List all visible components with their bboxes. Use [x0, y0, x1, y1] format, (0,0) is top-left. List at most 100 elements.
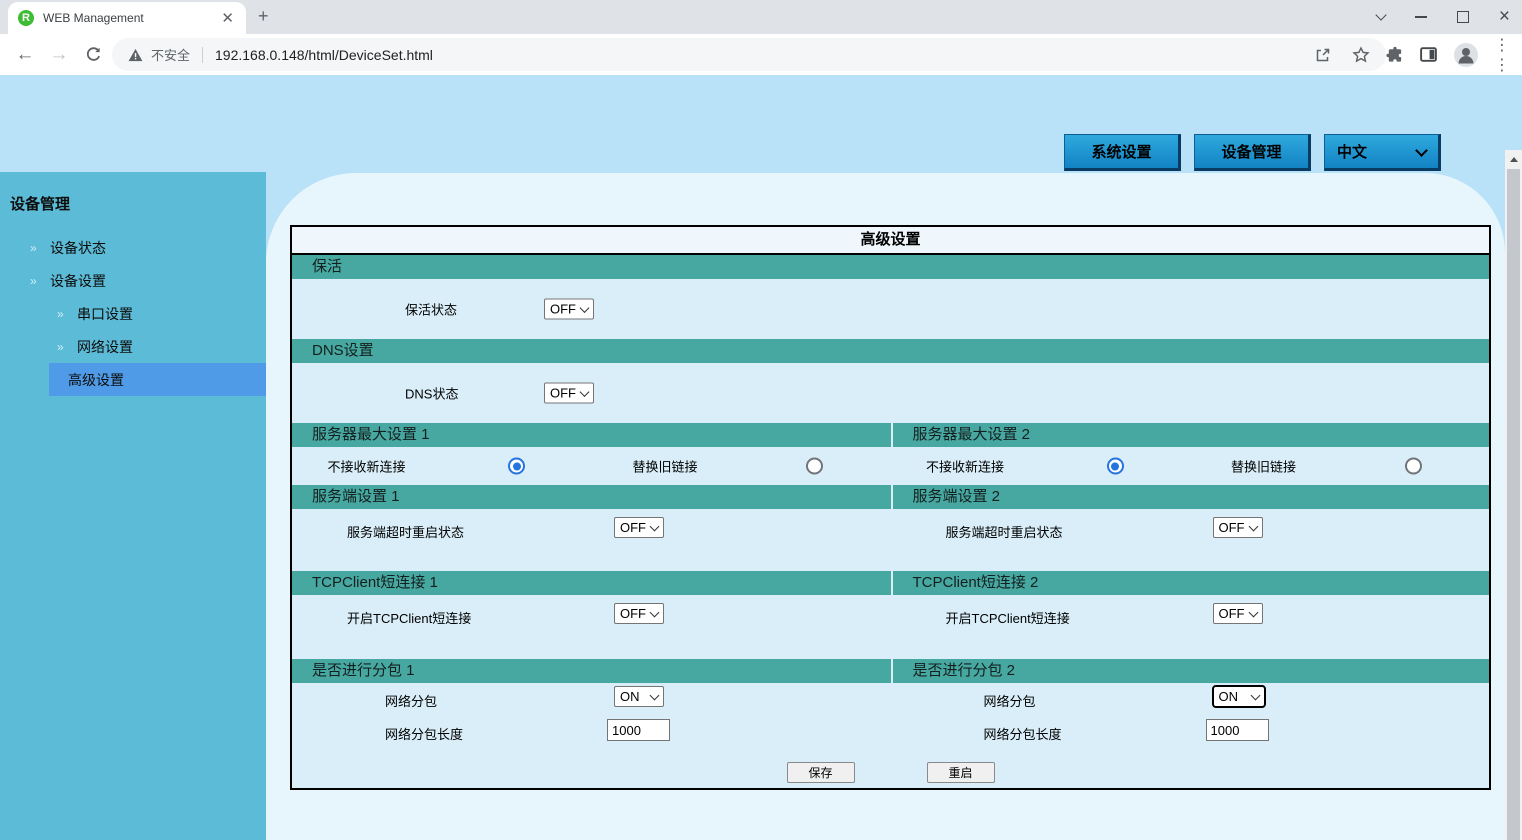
- dns-row: DNS状态 OFF: [292, 363, 1489, 423]
- keepalive-row: 保活状态 OFF: [292, 279, 1489, 339]
- arrow-bullet-icon: »: [57, 307, 64, 321]
- content-area: 高级设置 保活 保活状态 OFF DNS设置 DNS状态 OFF 服务器最大设置…: [266, 173, 1505, 840]
- sidebar-item-device-status[interactable]: » 设备状态: [0, 231, 266, 264]
- replace-old-link-radio-2[interactable]: [1405, 458, 1422, 475]
- chevron-down-icon: [580, 387, 590, 397]
- keepalive-status-label: 保活状态: [405, 300, 457, 319]
- browser-tab[interactable]: R WEB Management ✕: [8, 2, 246, 34]
- tcpclient-1-body: 开启TCPClient短连接 OFF: [292, 595, 891, 659]
- network-packet-label: 网络分包: [385, 691, 437, 710]
- replace-old-link-label: 替换旧链接: [1189, 457, 1339, 476]
- network-packet-select-2[interactable]: ON: [1212, 685, 1266, 708]
- browser-toolbar: ← → 不安全 192.168.0.148/html/DeviceSet.htm…: [0, 34, 1522, 76]
- action-buttons-row: 保存 重启: [292, 758, 1489, 788]
- profile-avatar[interactable]: [1453, 42, 1479, 68]
- network-packet-label: 网络分包: [984, 691, 1036, 710]
- tab-title: WEB Management: [43, 11, 219, 25]
- server-timeout-restart-label: 服务端超时重启状态: [946, 522, 1063, 541]
- window-minimize-button[interactable]: [1415, 16, 1427, 18]
- section-keepalive: 保活: [292, 255, 1489, 279]
- tcpclient-short-select-1[interactable]: OFF: [614, 603, 664, 624]
- replace-old-link-label: 替换旧链接: [590, 457, 740, 476]
- share-icon[interactable]: [1314, 46, 1332, 64]
- language-select[interactable]: 中文: [1324, 134, 1441, 171]
- sidebar-item-device-settings[interactable]: » 设备设置: [0, 264, 266, 297]
- sidebar-item-serial-settings[interactable]: » 串口设置: [0, 297, 266, 330]
- sidebar: 设备管理 » 设备状态 » 设备设置 » 串口设置 » 网络设置 高级设置: [0, 172, 266, 840]
- sidebar-item-network-settings[interactable]: » 网络设置: [0, 330, 266, 363]
- panel-title: 高级设置: [292, 227, 1489, 255]
- reload-icon: [85, 46, 102, 63]
- sidebar-item-advanced-settings[interactable]: 高级设置: [49, 363, 266, 396]
- tab-search-chevron-icon[interactable]: [1375, 9, 1386, 20]
- language-select-value: 中文: [1337, 141, 1367, 162]
- network-packet-select-1[interactable]: ON: [614, 686, 664, 707]
- extensions-puzzle-icon[interactable]: [1385, 45, 1404, 64]
- scrollbar-up-arrow[interactable]: [1505, 150, 1522, 168]
- chevron-down-icon: [580, 303, 590, 313]
- keepalive-status-select[interactable]: OFF: [544, 299, 594, 320]
- arrow-bullet-icon: »: [57, 340, 64, 354]
- tab-strip: R WEB Management ✕ + ×: [0, 0, 1522, 34]
- device-management-button[interactable]: 设备管理: [1194, 134, 1311, 171]
- system-settings-button[interactable]: 系统设置: [1064, 134, 1181, 171]
- packet-2-body: 网络分包 ON 网络分包长度: [891, 683, 1490, 758]
- not-secure-warning-icon: [128, 48, 143, 62]
- dns-status-select[interactable]: OFF: [544, 383, 594, 404]
- replace-old-link-radio-1[interactable]: [806, 458, 823, 475]
- server-set-1-body: 服务端超时重启状态 OFF: [292, 509, 891, 571]
- bookmark-star-icon[interactable]: [1352, 46, 1370, 64]
- section-server-max-2: 服务器最大设置 2: [891, 423, 1490, 447]
- tcpclient-short-label: 开启TCPClient短连接: [946, 608, 1070, 627]
- security-label[interactable]: 不安全: [151, 45, 190, 64]
- no-new-connection-label: 不接收新连接: [891, 457, 1040, 476]
- tab-close-icon[interactable]: ✕: [219, 11, 236, 26]
- save-button[interactable]: 保存: [787, 762, 855, 783]
- server-timeout-restart-select-2[interactable]: OFF: [1213, 517, 1263, 538]
- chevron-down-icon: [1248, 521, 1258, 531]
- chevron-down-icon: [650, 521, 660, 531]
- section-server-set-1: 服务端设置 1: [292, 485, 891, 509]
- no-new-connection-radio-1[interactable]: [508, 458, 525, 475]
- address-bar[interactable]: 不安全 192.168.0.148/html/DeviceSet.html: [112, 38, 1386, 71]
- window-close-button[interactable]: ×: [1499, 9, 1510, 25]
- page-background: 系统设置 设备管理 中文 设备管理 » 设备状态 » 设备设置 » 串口设置 »…: [0, 75, 1522, 840]
- reload-button[interactable]: [82, 34, 104, 75]
- chevron-down-icon: [1250, 690, 1260, 700]
- packet-row: 网络分包 ON 网络分包长度 网络分包 ON 网络分包长度: [292, 683, 1489, 758]
- dns-status-label: DNS状态: [405, 384, 458, 403]
- sidebar-title: 设备管理: [10, 193, 70, 214]
- tcpclient-short-select-2[interactable]: OFF: [1213, 603, 1263, 624]
- site-favicon: R: [18, 10, 34, 26]
- section-dns: DNS设置: [292, 339, 1489, 363]
- new-tab-button[interactable]: +: [258, 6, 269, 27]
- arrow-bullet-icon: »: [30, 274, 37, 288]
- server-timeout-restart-select-1[interactable]: OFF: [614, 517, 664, 538]
- scrollbar-thumb[interactable]: [1507, 169, 1520, 840]
- section-packet-1: 是否进行分包 1: [292, 659, 891, 683]
- section-tcpclient-2: TCPClient短连接 2: [891, 571, 1490, 595]
- forward-button[interactable]: →: [48, 34, 70, 75]
- tcpclient-row: 开启TCPClient短连接 OFF 开启TCPClient短连接 OFF: [292, 595, 1489, 659]
- no-new-connection-label: 不接收新连接: [292, 457, 441, 476]
- section-tcpclient-1: TCPClient短连接 1: [292, 571, 891, 595]
- packet-length-input-1[interactable]: [607, 719, 670, 741]
- server-max-1-options: 不接收新连接 替换旧链接: [292, 447, 891, 485]
- window-maximize-button[interactable]: [1457, 11, 1469, 23]
- back-button[interactable]: ←: [14, 34, 36, 75]
- server-max-2-options: 不接收新连接 替换旧链接: [891, 447, 1490, 485]
- side-panel-icon[interactable]: [1419, 45, 1438, 64]
- page-scrollbar[interactable]: [1505, 150, 1522, 840]
- packet-length-input-2[interactable]: [1206, 719, 1269, 741]
- packet-1-body: 网络分包 ON 网络分包长度: [292, 683, 891, 758]
- packet-length-label: 网络分包长度: [385, 724, 463, 743]
- section-packet-2: 是否进行分包 2: [891, 659, 1490, 683]
- server-set-row: 服务端超时重启状态 OFF 服务端超时重启状态 OFF: [292, 509, 1489, 571]
- chevron-down-icon: [1415, 144, 1428, 157]
- restart-button[interactable]: 重启: [927, 762, 995, 783]
- top-navigation: 系统设置 设备管理 中文: [1064, 134, 1441, 171]
- browser-menu-icon[interactable]: ⋮⋮: [1494, 35, 1510, 75]
- no-new-connection-radio-2[interactable]: [1107, 458, 1124, 475]
- url-text[interactable]: 192.168.0.148/html/DeviceSet.html: [215, 47, 433, 63]
- advanced-settings-panel: 高级设置 保活 保活状态 OFF DNS设置 DNS状态 OFF 服务器最大设置…: [290, 225, 1491, 790]
